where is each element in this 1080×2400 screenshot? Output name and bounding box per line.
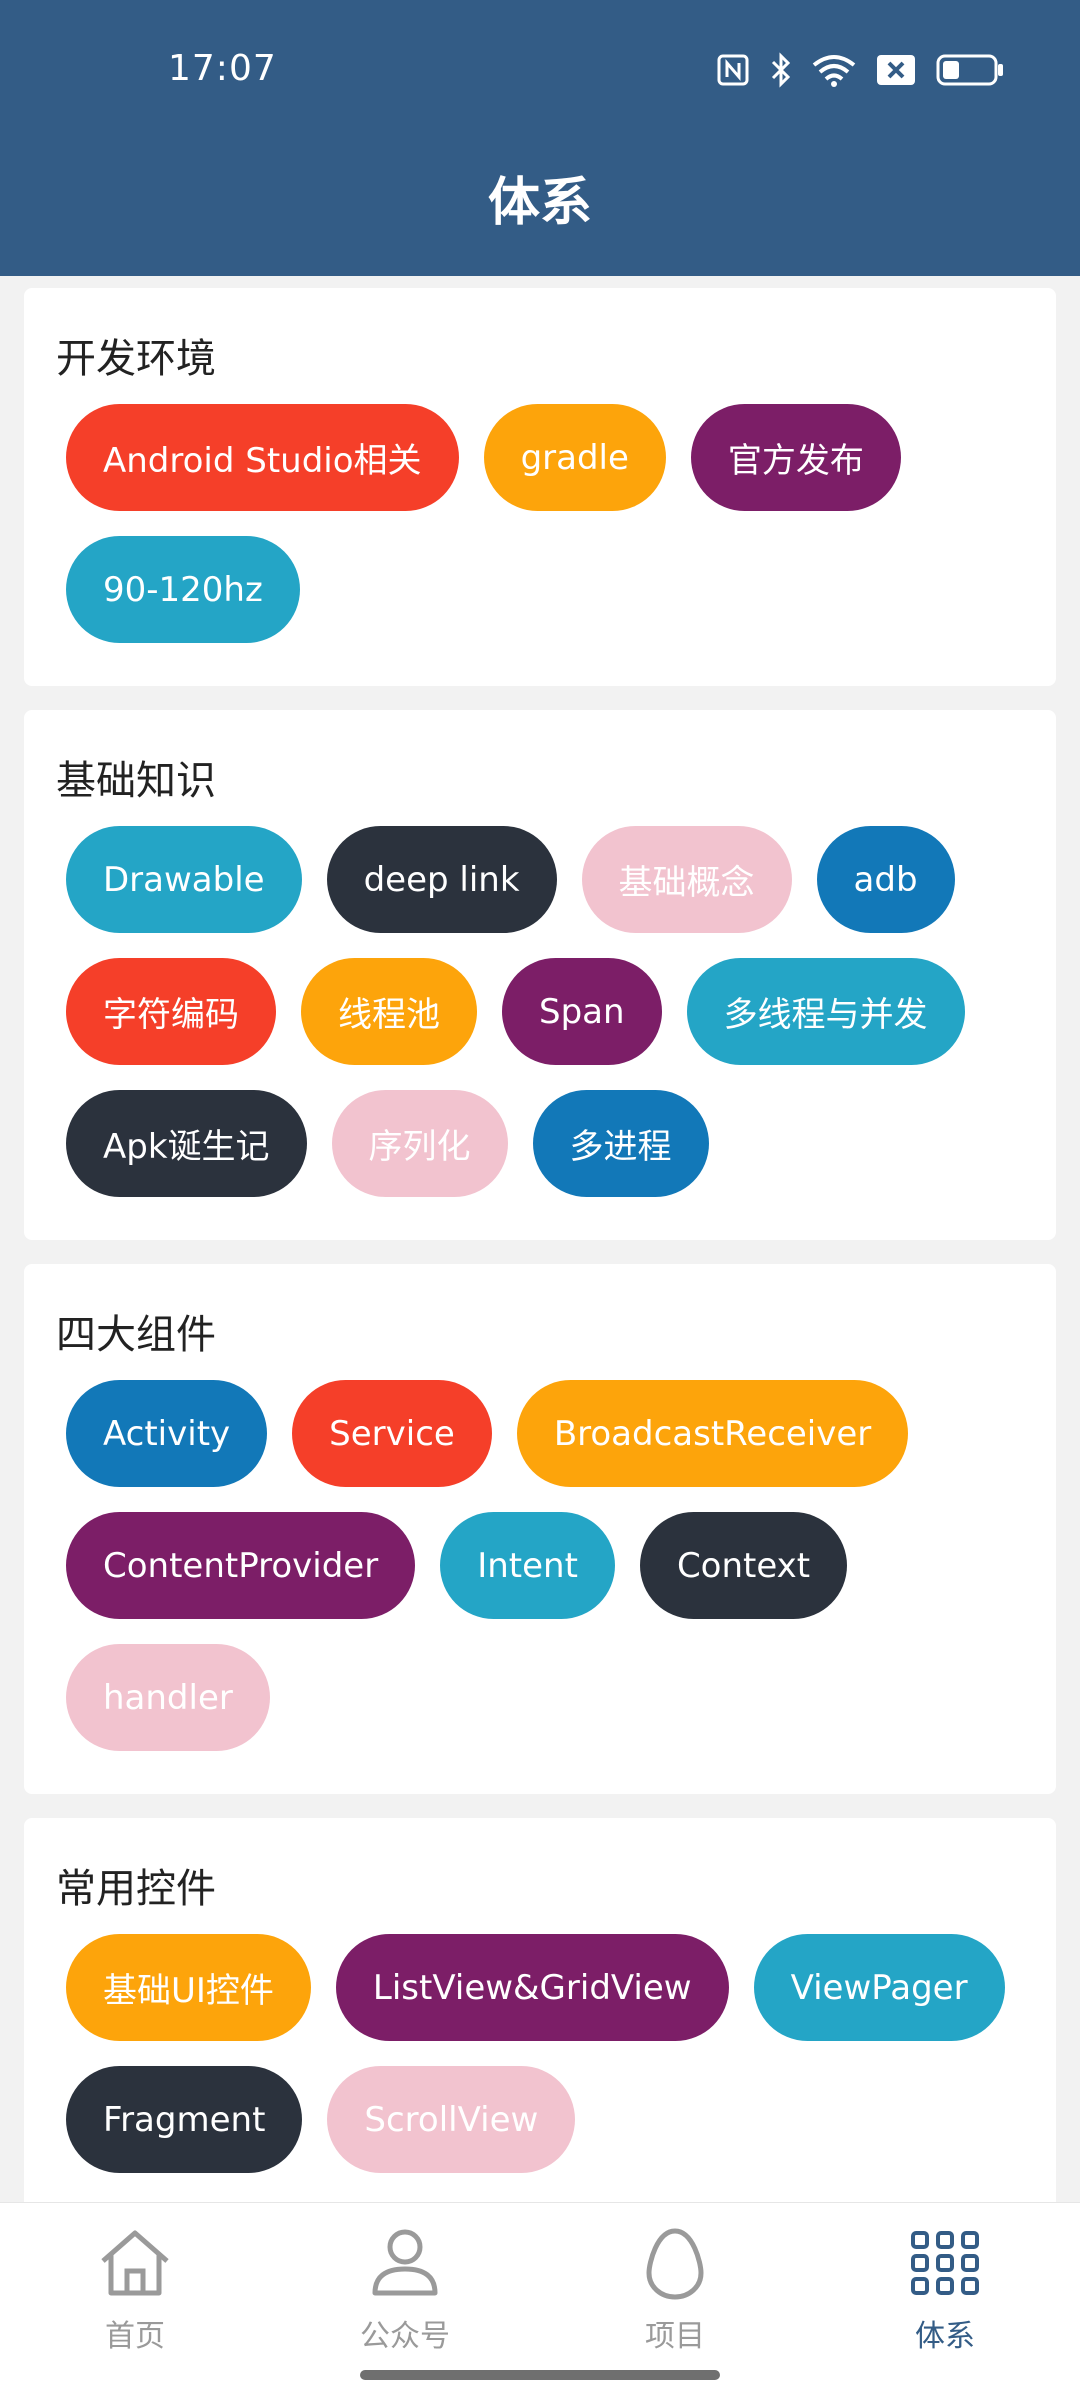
grid-icon: [911, 2231, 979, 2295]
nav-label: 体系: [915, 2319, 975, 2354]
battery-icon: [936, 54, 1003, 86]
tag-chip[interactable]: 基础UI控件: [66, 1934, 311, 2041]
nav-label: 公众号: [360, 2319, 450, 2354]
bluetooth-icon: [771, 52, 791, 88]
tag-chip[interactable]: ScrollView: [327, 2066, 576, 2173]
tag-chip[interactable]: 序列化: [331, 1090, 508, 1197]
wifi-icon: [812, 55, 856, 87]
tag-chip[interactable]: gradle: [483, 404, 666, 511]
tag-chip[interactable]: 线程池: [301, 958, 477, 1065]
tag-chip[interactable]: Fragment: [66, 2066, 303, 2173]
tag-chip[interactable]: BroadcastReceiver: [516, 1380, 909, 1487]
tag-chip[interactable]: 多线程与并发: [686, 958, 965, 1065]
tag-chip[interactable]: adb: [816, 826, 955, 933]
content-list[interactable]: 开发环境 Android Studio相关 gradle 官方发布 90-120…: [0, 276, 1080, 2202]
section-title: 开发环境: [56, 336, 216, 382]
tag-group: 基础UI控件 ListView&GridView ViewPager Fragm…: [66, 1934, 1032, 2173]
tag-chip[interactable]: ViewPager: [753, 1934, 1005, 2041]
section-title: 四大组件: [56, 1312, 216, 1358]
nav-label: 首页: [105, 2319, 165, 2354]
tag-chip[interactable]: deep link: [326, 826, 557, 933]
tag-chip[interactable]: Drawable: [66, 826, 302, 933]
person-icon: [372, 2229, 438, 2296]
section-card: 开发环境 Android Studio相关 gradle 官方发布 90-120…: [24, 288, 1056, 686]
tag-chip[interactable]: Intent: [440, 1512, 615, 1619]
home-icon: [101, 2230, 169, 2296]
status-icons: [716, 52, 1004, 88]
tag-chip[interactable]: 基础概念: [581, 826, 792, 933]
tag-chip[interactable]: Service: [292, 1380, 492, 1487]
sim-blocked-icon: [877, 55, 915, 85]
home-indicator[interactable]: [360, 2370, 720, 2380]
tag-chip[interactable]: 官方发布: [690, 404, 901, 511]
tag-chip[interactable]: 90-120hz: [66, 536, 300, 643]
nfc-icon: [717, 54, 749, 86]
tag-chip[interactable]: Span: [502, 958, 662, 1065]
tag-chip[interactable]: ListView&GridView: [335, 1934, 729, 2041]
tag-chip[interactable]: Apk诞生记: [66, 1090, 307, 1197]
tag-group: Drawable deep link 基础概念 adb 字符编码 线程池 Spa…: [66, 826, 1032, 1197]
section-card: 四大组件 Activity Service BroadcastReceiver …: [24, 1264, 1056, 1794]
egg-icon: [646, 2228, 704, 2300]
page-title: 体系: [487, 173, 592, 233]
tag-chip[interactable]: Context: [639, 1512, 848, 1619]
section-title: 基础知识: [56, 758, 216, 804]
tag-group: Activity Service BroadcastReceiver Conte…: [66, 1380, 1032, 1751]
nav-item-home[interactable]: 首页: [0, 2203, 270, 2400]
nav-label: 项目: [645, 2319, 705, 2354]
tag-chip[interactable]: handler: [66, 1644, 270, 1751]
section-title: 常用控件: [56, 1866, 216, 1912]
tag-chip[interactable]: 字符编码: [66, 958, 276, 1065]
nav-item-system[interactable]: 体系: [810, 2203, 1080, 2400]
app-bar: 17:07 体系: [0, 0, 1080, 276]
section-card: 基础知识 Drawable deep link 基础概念 adb 字符编码 线程…: [24, 710, 1056, 1240]
tag-chip[interactable]: 多进程: [532, 1090, 709, 1197]
tag-chip[interactable]: Activity: [66, 1380, 268, 1487]
tag-chip[interactable]: Android Studio相关: [66, 404, 459, 511]
section-card: 常用控件 基础UI控件 ListView&GridView ViewPager …: [24, 1818, 1056, 2202]
status-time: 17:07: [168, 48, 277, 89]
tag-group: Android Studio相关 gradle 官方发布 90-120hz: [66, 404, 1032, 643]
tag-chip[interactable]: ContentProvider: [66, 1512, 416, 1619]
